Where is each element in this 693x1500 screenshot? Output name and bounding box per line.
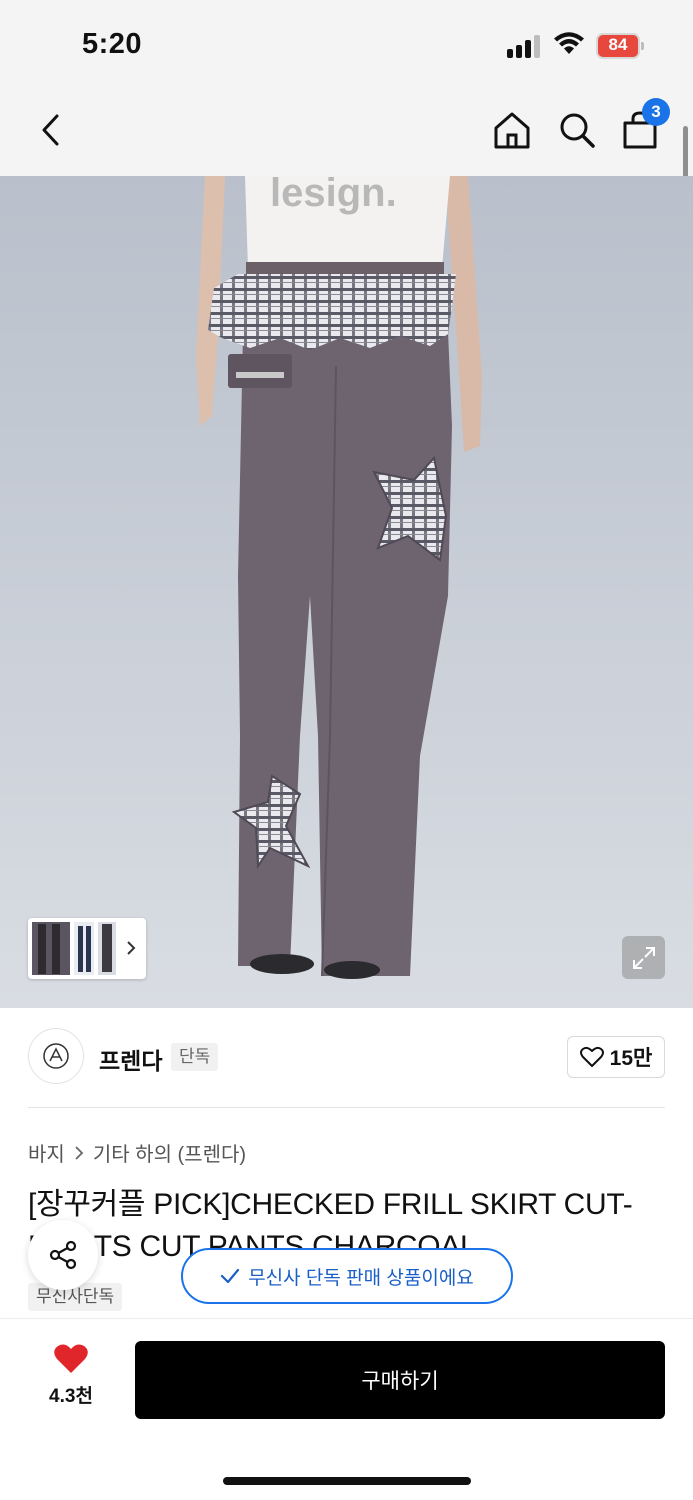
brand-like-count: 15만 [609,1047,653,1070]
svg-text:lesign.: lesign. [270,176,397,215]
toast-text: 무신사 단독 판매 상품이에요 [248,1267,474,1289]
expand-image-button[interactable] [622,936,665,979]
heart-outline-icon [579,1046,604,1067]
brand-like-button[interactable]: 15만 [567,1036,665,1078]
back-button[interactable] [30,108,70,152]
chevron-left-icon [42,114,59,146]
product-photo: lesign. [0,176,693,1008]
cart-button[interactable]: 3 [620,98,670,150]
chevron-right-icon [75,1145,84,1160]
status-bar: 5:20 84 [0,0,693,90]
share-icon [49,1240,77,1270]
thumbnail-strip[interactable] [28,918,146,979]
wishlist-count: 4.3천 [49,1386,93,1407]
heart-filled-icon [54,1344,88,1373]
exclusive-toast: 무신사 단독 판매 상품이에요 [181,1248,513,1304]
share-button[interactable] [28,1220,98,1290]
brand-name[interactable]: 프렌다 [99,1042,162,1076]
cellular-signal-icon [507,34,543,58]
search-icon [560,113,595,148]
expand-icon [632,946,655,969]
top-nav-bar: 3 [0,90,693,176]
check-icon [221,1268,240,1284]
wishlist-button[interactable]: 4.3천 [28,1343,114,1413]
battery-level: 84 [608,35,628,54]
bottom-action-bar: 4.3천 구매하기 [0,1318,693,1500]
wifi-icon [554,32,584,54]
buy-button[interactable]: 구매하기 [135,1341,665,1419]
brand-exclusive-badge: 단독 [171,1043,219,1071]
battery-icon: 84 [596,33,644,59]
breadcrumb-category[interactable]: 바지 [28,1138,65,1167]
brand-row: 프렌다 단독 15만 [28,1028,665,1086]
cart-count-badge: 3 [642,98,670,126]
chevron-right-icon [127,941,136,955]
status-time: 5:20 [82,28,143,60]
brand-logo-mark [43,1043,69,1069]
search-button[interactable] [555,108,599,152]
thumbnail-preview [32,922,136,975]
breadcrumb-subcategory[interactable]: 기타 하의 (프렌다) [93,1138,246,1167]
divider [28,1107,665,1108]
home-indicator [223,1477,471,1485]
brand-logo[interactable] [28,1028,84,1084]
home-button[interactable] [490,108,534,152]
breadcrumb: 바지 기타 하의 (프렌다) [28,1138,246,1167]
product-image[interactable]: lesign. [0,176,693,1008]
home-icon [494,112,530,149]
